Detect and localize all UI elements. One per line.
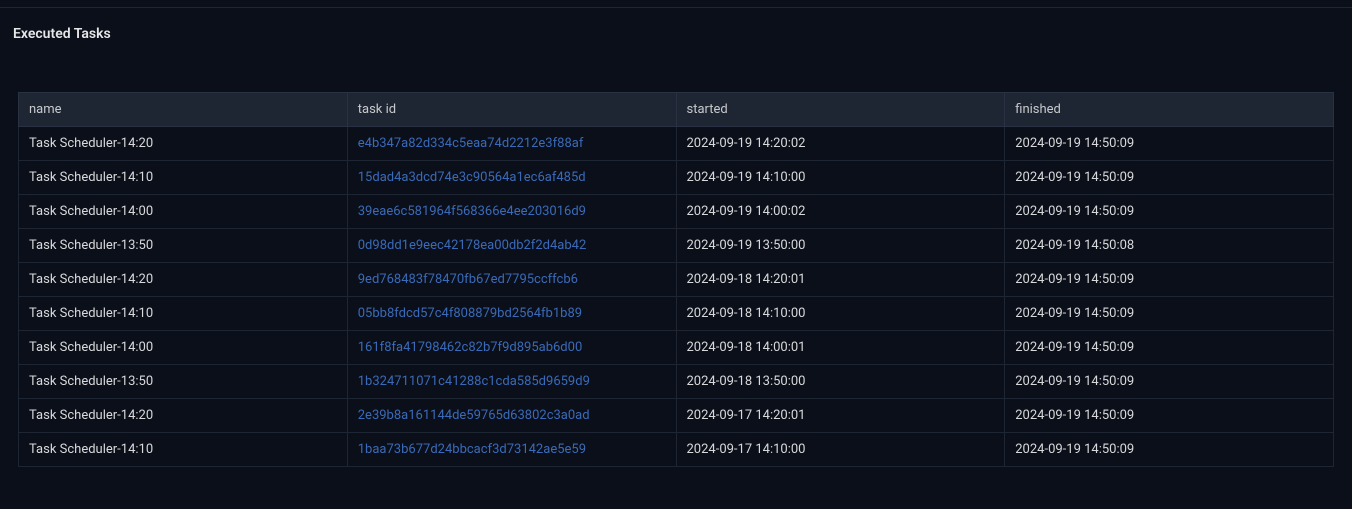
column-header-started[interactable]: started — [676, 93, 1005, 127]
column-header-finished[interactable]: finished — [1005, 93, 1334, 127]
table-row: Task Scheduler-14:00161f8fa41798462c82b7… — [19, 331, 1334, 365]
page-title: Executed Tasks — [0, 8, 1352, 42]
cell-name: Task Scheduler-14:20 — [19, 399, 348, 433]
cell-started: 2024-09-19 14:20:02 — [676, 127, 1005, 161]
cell-finished: 2024-09-19 14:50:09 — [1005, 365, 1334, 399]
cell-task-id-link[interactable]: 39eae6c581964f568366e4ee203016d9 — [347, 195, 676, 229]
cell-name: Task Scheduler-14:20 — [19, 263, 348, 297]
cell-finished: 2024-09-19 14:50:09 — [1005, 297, 1334, 331]
cell-finished: 2024-09-19 14:50:09 — [1005, 399, 1334, 433]
table-row: Task Scheduler-14:101baa73b677d24bbcacf3… — [19, 433, 1334, 467]
cell-started: 2024-09-19 14:10:00 — [676, 161, 1005, 195]
cell-task-id-link[interactable]: 1b324711071c41288c1cda585d9659d9 — [347, 365, 676, 399]
table-row: Task Scheduler-14:209ed768483f78470fb67e… — [19, 263, 1334, 297]
cell-name: Task Scheduler-14:20 — [19, 127, 348, 161]
table-container: name task id started finished Task Sched… — [0, 42, 1352, 467]
cell-task-id-link[interactable]: 05bb8fdcd57c4f808879bd2564fb1b89 — [347, 297, 676, 331]
cell-name: Task Scheduler-13:50 — [19, 365, 348, 399]
cell-started: 2024-09-17 14:10:00 — [676, 433, 1005, 467]
cell-finished: 2024-09-19 14:50:09 — [1005, 331, 1334, 365]
cell-started: 2024-09-17 14:20:01 — [676, 399, 1005, 433]
cell-finished: 2024-09-19 14:50:09 — [1005, 195, 1334, 229]
cell-name: Task Scheduler-13:50 — [19, 229, 348, 263]
cell-finished: 2024-09-19 14:50:09 — [1005, 433, 1334, 467]
cell-task-id-link[interactable]: 15dad4a3dcd74e3c90564a1ec6af485d — [347, 161, 676, 195]
table-row: Task Scheduler-14:1015dad4a3dcd74e3c9056… — [19, 161, 1334, 195]
cell-name: Task Scheduler-14:10 — [19, 297, 348, 331]
table-row: Task Scheduler-14:20e4b347a82d334c5eaa74… — [19, 127, 1334, 161]
cell-finished: 2024-09-19 14:50:08 — [1005, 229, 1334, 263]
cell-task-id-link[interactable]: e4b347a82d334c5eaa74d2212e3f88af — [347, 127, 676, 161]
cell-started: 2024-09-18 13:50:00 — [676, 365, 1005, 399]
cell-started: 2024-09-19 14:00:02 — [676, 195, 1005, 229]
table-row: Task Scheduler-14:202e39b8a161144de59765… — [19, 399, 1334, 433]
cell-task-id-link[interactable]: 9ed768483f78470fb67ed7795ccffcb6 — [347, 263, 676, 297]
cell-name: Task Scheduler-14:10 — [19, 161, 348, 195]
cell-finished: 2024-09-19 14:50:09 — [1005, 263, 1334, 297]
cell-finished: 2024-09-19 14:50:09 — [1005, 161, 1334, 195]
cell-started: 2024-09-18 14:10:00 — [676, 297, 1005, 331]
column-header-name[interactable]: name — [19, 93, 348, 127]
table-row: Task Scheduler-14:1005bb8fdcd57c4f808879… — [19, 297, 1334, 331]
cell-task-id-link[interactable]: 161f8fa41798462c82b7f9d895ab6d00 — [347, 331, 676, 365]
cell-started: 2024-09-18 14:20:01 — [676, 263, 1005, 297]
table-row: Task Scheduler-14:0039eae6c581964f568366… — [19, 195, 1334, 229]
cell-task-id-link[interactable]: 1baa73b677d24bbcacf3d73142ae5e59 — [347, 433, 676, 467]
table-row: Task Scheduler-13:501b324711071c41288c1c… — [19, 365, 1334, 399]
cell-task-id-link[interactable]: 2e39b8a161144de59765d63802c3a0ad — [347, 399, 676, 433]
cell-name: Task Scheduler-14:00 — [19, 195, 348, 229]
cell-name: Task Scheduler-14:10 — [19, 433, 348, 467]
cell-name: Task Scheduler-14:00 — [19, 331, 348, 365]
cell-finished: 2024-09-19 14:50:09 — [1005, 127, 1334, 161]
cell-started: 2024-09-19 13:50:00 — [676, 229, 1005, 263]
cell-task-id-link[interactable]: 0d98dd1e9eec42178ea00db2f2d4ab42 — [347, 229, 676, 263]
column-header-task-id[interactable]: task id — [347, 93, 676, 127]
cell-started: 2024-09-18 14:00:01 — [676, 331, 1005, 365]
top-divider — [0, 0, 1352, 8]
table-header-row: name task id started finished — [19, 93, 1334, 127]
table-row: Task Scheduler-13:500d98dd1e9eec42178ea0… — [19, 229, 1334, 263]
executed-tasks-table: name task id started finished Task Sched… — [18, 92, 1334, 467]
